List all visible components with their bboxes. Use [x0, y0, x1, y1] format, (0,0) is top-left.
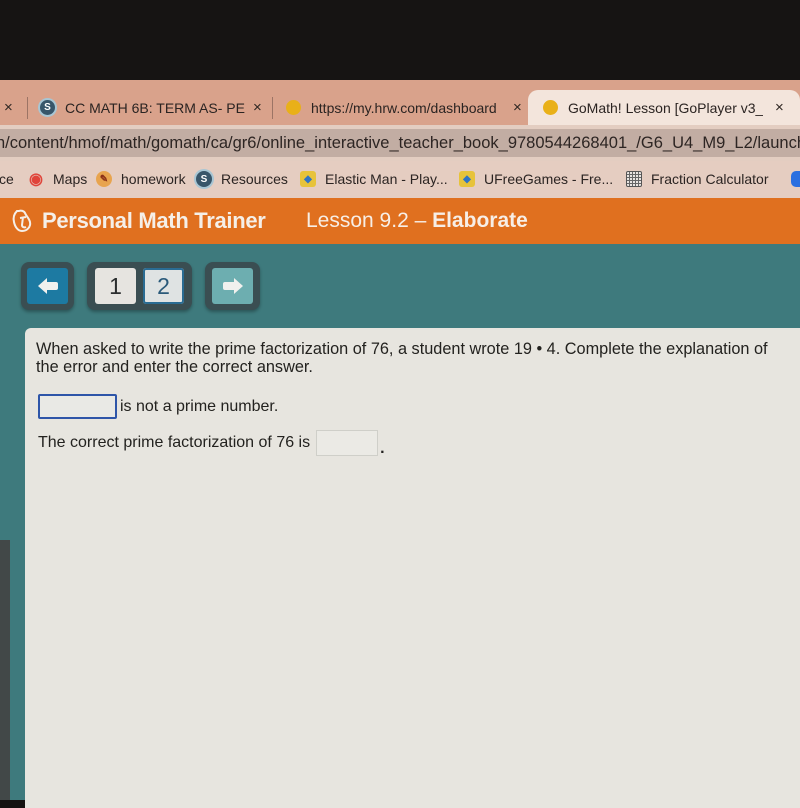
- close-icon[interactable]: ×: [253, 99, 262, 116]
- close-icon[interactable]: ×: [513, 99, 522, 116]
- homework-icon: ✎: [96, 171, 112, 187]
- calculator-icon: [626, 171, 642, 187]
- bookmarks-bar: ce ◉ Maps ✎ homework S Resources ◆ Elast…: [0, 161, 800, 198]
- pear-logo-icon: [12, 209, 32, 233]
- tab-gomath-lesson[interactable]: GoMath! Lesson [GoPlayer v3_ ×: [528, 90, 800, 125]
- tab-divider: [27, 97, 28, 119]
- tab-cc-math[interactable]: S CC MATH 6B: TERM AS- PERIO ×: [40, 90, 262, 125]
- schoology-icon: S: [196, 171, 212, 187]
- browser-toolbar: n/content/hmof/math/gomath/ca/gr6/online…: [0, 125, 800, 161]
- non-prime-answer-input[interactable]: [38, 394, 117, 419]
- answer-row-2-text: The correct prime factorization of 76 is: [38, 434, 311, 451]
- prime-factorization-input[interactable]: [316, 430, 379, 456]
- loading-dot-icon: [286, 100, 301, 115]
- tab-title: https://my.hrw.com/dashboard: [311, 99, 497, 116]
- game-icon: ◆: [459, 171, 475, 187]
- screen-bezel: [0, 0, 800, 80]
- lesson-number: Lesson 9.2 –: [306, 209, 433, 232]
- tab-title: GoMath! Lesson [GoPlayer v3_: [568, 99, 763, 116]
- bookmark-partial-right[interactable]: [791, 169, 800, 189]
- bookmark-fraction-calculator[interactable]: Fraction Calculator: [626, 169, 769, 189]
- lesson-stage: 1 2 When asked to write the prime factor…: [0, 244, 800, 808]
- arrow-right-icon: [222, 278, 243, 294]
- answer-row-1-text: is not a prime number.: [120, 397, 279, 415]
- question-prompt: When asked to write the prime factorizat…: [36, 340, 768, 376]
- tab-strip: × S CC MATH 6B: TERM AS- PERIO × https:/…: [0, 80, 800, 125]
- bookmark-label: Fraction Calculator: [651, 171, 769, 187]
- close-icon[interactable]: ×: [4, 99, 13, 116]
- previous-button[interactable]: [27, 268, 68, 304]
- page-button-2[interactable]: 2: [143, 268, 184, 304]
- maps-pin-icon: ◉: [29, 171, 43, 188]
- bookmark-ufreegames[interactable]: ◆ UFreeGames - Fre...: [459, 169, 613, 189]
- tab-hrw-dashboard[interactable]: https://my.hrw.com/dashboard ×: [286, 90, 522, 125]
- app-brand: Personal Math Trainer: [42, 208, 266, 233]
- bookmark-label: Resources: [221, 171, 288, 187]
- tab-title: CC MATH 6B: TERM AS- PERIO: [65, 99, 245, 116]
- answer-row-2: The correct prime factorization of 76 is…: [38, 428, 385, 458]
- next-frame: [205, 262, 260, 310]
- game-icon: ◆: [300, 171, 316, 187]
- bookmark-elastic-man[interactable]: ◆ Elastic Man - Play...: [300, 169, 448, 189]
- page-selector: 1 2: [87, 262, 192, 310]
- app-icon: [791, 171, 800, 187]
- schoology-icon: S: [40, 100, 55, 115]
- screen-edge: [0, 540, 10, 800]
- bookmark-label: homework: [121, 171, 186, 187]
- sentence-period: .: [380, 440, 385, 457]
- bookmark-label: Elastic Man - Play...: [325, 171, 448, 187]
- tab-divider: [272, 97, 273, 119]
- prev-frame: [21, 262, 74, 310]
- page-button-1[interactable]: 1: [95, 268, 136, 304]
- url-text: n/content/hmof/math/gomath/ca/gr6/online…: [0, 133, 800, 152]
- next-button[interactable]: [212, 268, 253, 304]
- loading-dot-icon: [543, 100, 558, 115]
- lesson-title: Lesson 9.2 – Elaborate: [306, 209, 528, 233]
- app-header: Personal Math Trainer Lesson 9.2 – Elabo…: [0, 198, 800, 244]
- bookmark-label: UFreeGames - Fre...: [484, 171, 614, 187]
- bookmark-label: Maps: [53, 171, 88, 187]
- bookmark-resources[interactable]: S Resources: [196, 169, 288, 189]
- address-bar[interactable]: n/content/hmof/math/gomath/ca/gr6/online…: [0, 129, 800, 157]
- bookmark-partial[interactable]: ce: [0, 169, 14, 189]
- arrow-left-icon: [37, 278, 58, 294]
- question-card: When asked to write the prime factorizat…: [25, 328, 800, 808]
- answer-row-1: is not a prime number.: [38, 394, 278, 419]
- tab-partial[interactable]: ×: [4, 90, 13, 125]
- lesson-name: Elaborate: [432, 209, 528, 232]
- bookmark-homework[interactable]: ✎ homework: [96, 169, 186, 189]
- bookmark-maps[interactable]: ◉ Maps: [28, 169, 87, 189]
- close-icon[interactable]: ×: [775, 99, 784, 116]
- bookmark-label: ce: [0, 171, 14, 187]
